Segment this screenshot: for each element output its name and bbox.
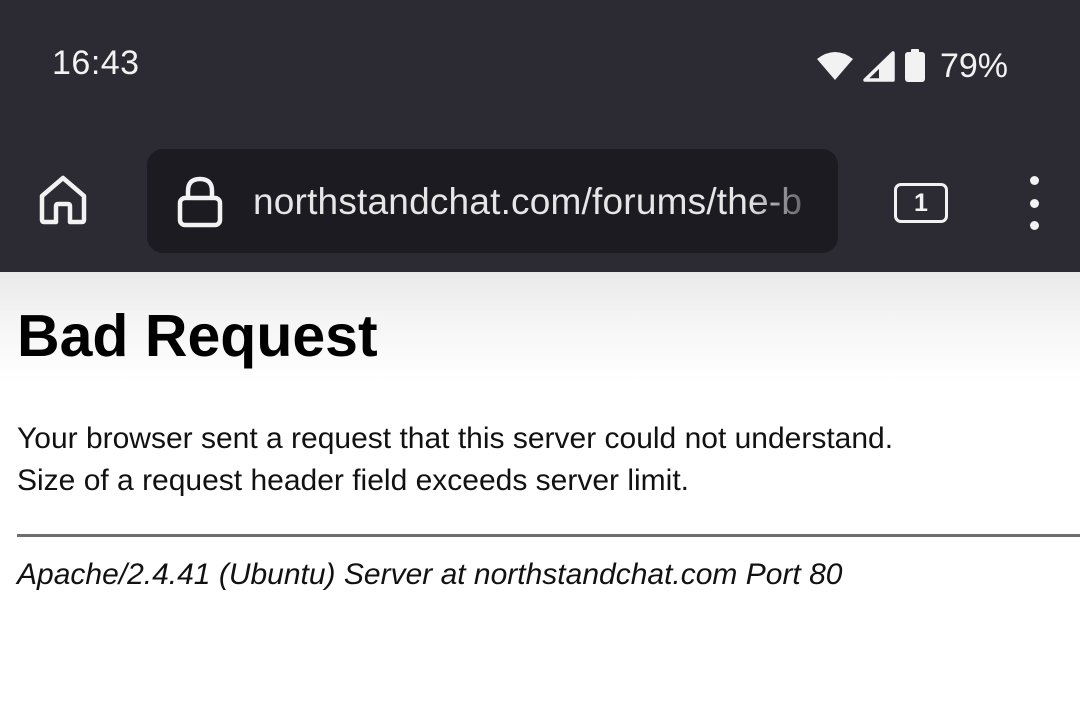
status-clock: 16:43 (52, 44, 140, 82)
tab-switcher-button[interactable]: 1 (894, 183, 948, 223)
tab-count: 1 (914, 188, 928, 217)
more-menu-dot (1029, 198, 1039, 208)
horizontal-rule (17, 534, 1080, 537)
cell-signal-icon (862, 50, 896, 82)
more-menu-icon (1029, 176, 1039, 185)
error-message-line2: Size of a request header field exceeds s… (17, 464, 689, 497)
page-title: Bad Request (17, 303, 378, 369)
status-icons: 79% (816, 44, 1008, 88)
more-menu-dot (1029, 221, 1039, 230)
error-message-line1: Your browser sent a request that this se… (17, 422, 894, 455)
more-menu-button[interactable] (1016, 176, 1052, 230)
home-button[interactable] (34, 174, 92, 230)
address-bar[interactable]: northstandchat.com/forums/the-b (147, 149, 838, 253)
url-fade-overlay (748, 149, 838, 253)
server-signature: Apache/2.4.41 (Ubuntu) Server at northst… (17, 558, 843, 591)
home-icon (37, 174, 89, 231)
browser-toolbar: northstandchat.com/forums/the-b 1 (0, 148, 1080, 254)
battery-percentage: 79% (939, 46, 1008, 85)
url-text[interactable]: northstandchat.com/forums/the-b (253, 181, 802, 223)
wifi-icon (816, 51, 854, 81)
page-content: Bad Request Your browser sent a request … (0, 272, 1080, 713)
status-bar: 16:43 79% (0, 0, 1080, 130)
lock-icon[interactable] (177, 176, 223, 233)
battery-icon (904, 49, 926, 83)
browser-chrome: 16:43 79% northstandchat.com/forums/the-… (0, 0, 1080, 272)
